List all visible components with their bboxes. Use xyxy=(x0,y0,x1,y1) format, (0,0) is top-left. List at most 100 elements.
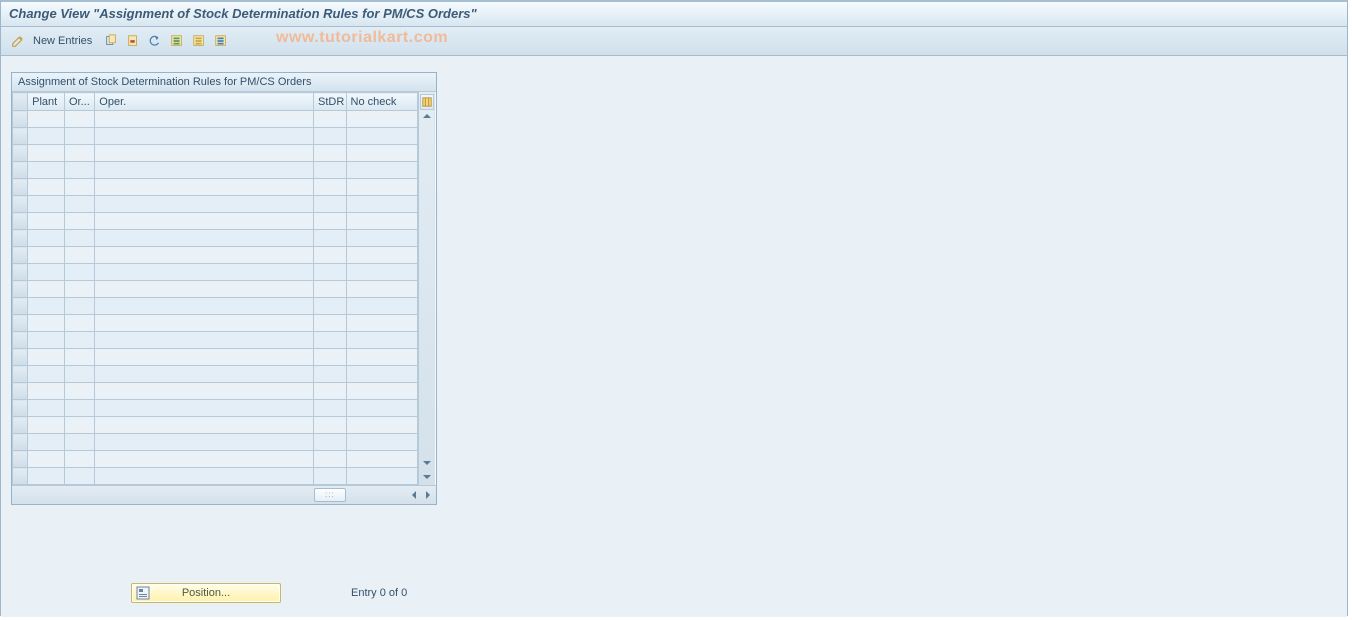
table-row[interactable] xyxy=(13,332,418,349)
cell[interactable] xyxy=(95,230,314,247)
row-selector[interactable] xyxy=(13,349,28,366)
cell[interactable] xyxy=(346,213,418,230)
row-selector[interactable] xyxy=(13,332,28,349)
cell[interactable] xyxy=(346,468,418,485)
row-selector[interactable] xyxy=(13,400,28,417)
undo-icon[interactable] xyxy=(146,32,164,50)
cell[interactable] xyxy=(314,247,346,264)
row-selector[interactable] xyxy=(13,434,28,451)
col-header-oper[interactable]: Oper. xyxy=(95,93,314,111)
table-row[interactable] xyxy=(13,213,418,230)
cell[interactable] xyxy=(314,111,346,128)
cell[interactable] xyxy=(95,264,314,281)
cell[interactable] xyxy=(346,298,418,315)
table-row[interactable] xyxy=(13,349,418,366)
cell[interactable] xyxy=(28,383,65,400)
cell[interactable] xyxy=(64,264,94,281)
table-row[interactable] xyxy=(13,400,418,417)
row-selector[interactable] xyxy=(13,247,28,264)
cell[interactable] xyxy=(314,468,346,485)
cell[interactable] xyxy=(64,128,94,145)
cell[interactable] xyxy=(28,145,65,162)
table-row[interactable] xyxy=(13,451,418,468)
cell[interactable] xyxy=(314,383,346,400)
row-selector[interactable] xyxy=(13,111,28,128)
cell[interactable] xyxy=(346,417,418,434)
column-resize-handle[interactable]: ::: xyxy=(314,488,346,502)
cell[interactable] xyxy=(314,162,346,179)
cell[interactable] xyxy=(95,315,314,332)
cell[interactable] xyxy=(314,179,346,196)
copy-icon[interactable] xyxy=(102,32,120,50)
scroll-down-icon[interactable] xyxy=(421,457,433,469)
row-selector[interactable] xyxy=(13,366,28,383)
table-row[interactable] xyxy=(13,366,418,383)
select-all-icon[interactable] xyxy=(168,32,186,50)
cell[interactable] xyxy=(28,366,65,383)
cell[interactable] xyxy=(314,298,346,315)
table-row[interactable] xyxy=(13,264,418,281)
scroll-up-icon[interactable] xyxy=(421,110,433,122)
cell[interactable] xyxy=(346,145,418,162)
row-selector[interactable] xyxy=(13,383,28,400)
cell[interactable] xyxy=(95,179,314,196)
row-selector[interactable] xyxy=(13,417,28,434)
cell[interactable] xyxy=(95,434,314,451)
cell[interactable] xyxy=(64,417,94,434)
cell[interactable] xyxy=(28,349,65,366)
cell[interactable] xyxy=(64,332,94,349)
cell[interactable] xyxy=(95,451,314,468)
table-row[interactable] xyxy=(13,434,418,451)
cell[interactable] xyxy=(314,196,346,213)
cell[interactable] xyxy=(346,247,418,264)
row-selector[interactable] xyxy=(13,179,28,196)
cell[interactable] xyxy=(95,366,314,383)
cell[interactable] xyxy=(314,332,346,349)
cell[interactable] xyxy=(64,162,94,179)
cell[interactable] xyxy=(95,400,314,417)
cell[interactable] xyxy=(28,162,65,179)
table-row[interactable] xyxy=(13,383,418,400)
cell[interactable] xyxy=(95,128,314,145)
cell[interactable] xyxy=(28,417,65,434)
cell[interactable] xyxy=(314,400,346,417)
table-row[interactable] xyxy=(13,230,418,247)
cell[interactable] xyxy=(28,400,65,417)
cell[interactable] xyxy=(64,145,94,162)
cell[interactable] xyxy=(28,315,65,332)
new-entries-button[interactable]: New Entries xyxy=(31,35,98,47)
cell[interactable] xyxy=(346,400,418,417)
cell[interactable] xyxy=(64,230,94,247)
table-row[interactable] xyxy=(13,162,418,179)
cell[interactable] xyxy=(64,383,94,400)
cell[interactable] xyxy=(314,451,346,468)
cell[interactable] xyxy=(28,332,65,349)
cell[interactable] xyxy=(64,468,94,485)
cell[interactable] xyxy=(314,213,346,230)
cell[interactable] xyxy=(314,349,346,366)
scroll-right-icon[interactable] xyxy=(422,489,434,501)
col-header-or[interactable]: Or... xyxy=(64,93,94,111)
cell[interactable] xyxy=(314,315,346,332)
table-row[interactable] xyxy=(13,281,418,298)
cell[interactable] xyxy=(95,281,314,298)
row-selector[interactable] xyxy=(13,213,28,230)
table-row[interactable] xyxy=(13,468,418,485)
cell[interactable] xyxy=(346,383,418,400)
cell[interactable] xyxy=(64,451,94,468)
table-row[interactable] xyxy=(13,111,418,128)
cell[interactable] xyxy=(346,128,418,145)
table-row[interactable] xyxy=(13,298,418,315)
cell[interactable] xyxy=(64,434,94,451)
row-selector[interactable] xyxy=(13,281,28,298)
cell[interactable] xyxy=(314,417,346,434)
row-selector[interactable] xyxy=(13,128,28,145)
cell[interactable] xyxy=(28,247,65,264)
cell[interactable] xyxy=(346,349,418,366)
table-row[interactable] xyxy=(13,315,418,332)
cell[interactable] xyxy=(64,281,94,298)
cell[interactable] xyxy=(95,349,314,366)
cell[interactable] xyxy=(314,128,346,145)
row-selector[interactable] xyxy=(13,298,28,315)
cell[interactable] xyxy=(95,196,314,213)
